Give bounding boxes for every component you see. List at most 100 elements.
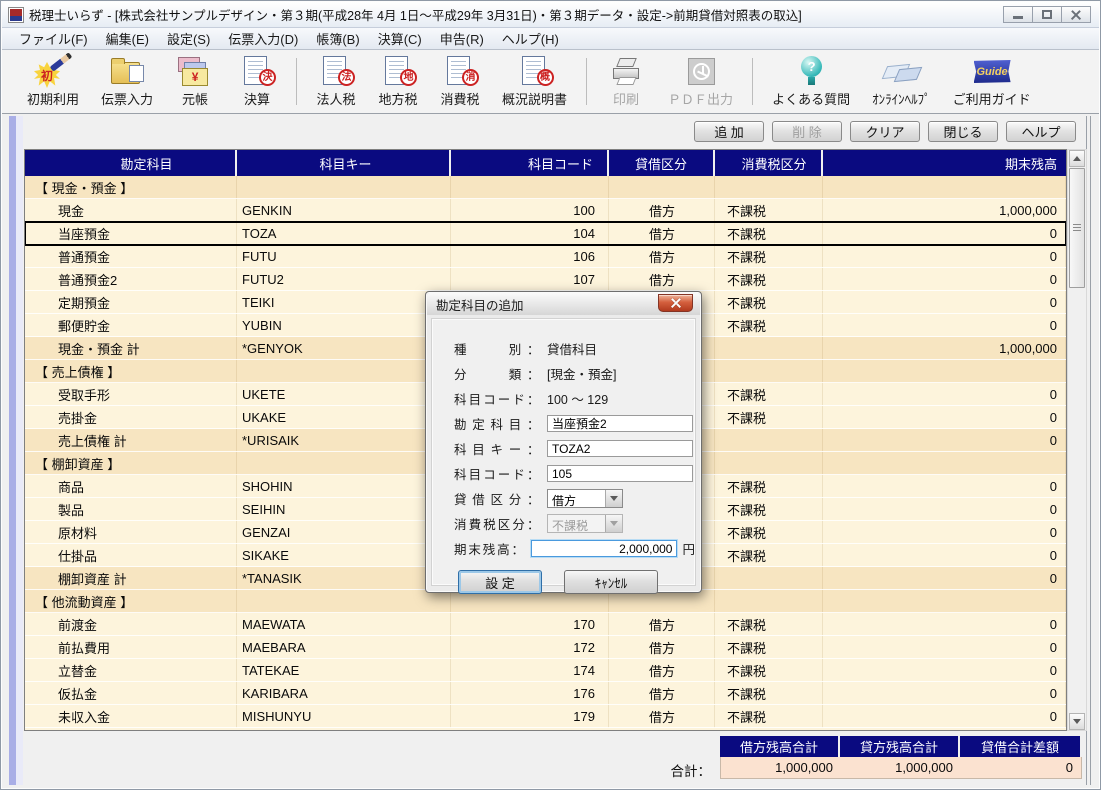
account-code-field[interactable] [547, 465, 693, 482]
field-value: 100 ～ 129 [547, 389, 608, 408]
doc-stamp-icon: 決 [237, 55, 277, 86]
table-cell: 0 [823, 383, 1066, 406]
table-cell [715, 429, 823, 452]
table-cell: 0 [823, 245, 1066, 268]
restore-button[interactable] [1032, 6, 1062, 23]
table-cell: 0 [823, 521, 1066, 544]
column-header: 科目キー [237, 150, 451, 176]
account-name-field[interactable] [547, 415, 693, 432]
table-cell [237, 590, 451, 613]
menu-item[interactable]: 編集(E) [97, 27, 158, 50]
closing-balance-field[interactable] [531, 540, 677, 557]
table-cell: 不課税 [715, 475, 823, 498]
table-row[interactable]: 普通預金FUTU106借方不課税0 [25, 245, 1066, 268]
dialog-static-field: 科目コード：100 ～ 129 [454, 386, 695, 411]
help-button[interactable]: ヘルプ [1006, 121, 1076, 142]
vertical-scrollbar[interactable] [1067, 149, 1087, 731]
table-cell: 100 [451, 199, 609, 222]
table-row[interactable]: 立替金TATEKAE174借方不課税0 [25, 659, 1066, 682]
menu-item[interactable]: 伝票入力(D) [219, 27, 307, 50]
table-row[interactable]: 前払費用MAEBARA172借方不課税0 [25, 636, 1066, 659]
table-cell: 棚卸資産 計 [25, 567, 237, 590]
toolbar-button-consumption-tax[interactable]: 消消費税 [429, 52, 491, 113]
stamp-shape: 地 [400, 69, 417, 86]
table-cell: 借方 [609, 245, 715, 268]
table-cell: 0 [823, 429, 1066, 452]
table-cell: 普通預金2 [25, 268, 237, 291]
pdf-icon [681, 55, 721, 86]
toolbar-button-local-tax[interactable]: 地地方税 [367, 52, 429, 113]
table-row[interactable]: 未収入金MISHUNYU179借方不課税0 [25, 705, 1066, 728]
toolbar-button-pdf-output[interactable]: ＰＤＦ出力 [657, 52, 744, 113]
minimize-button[interactable] [1003, 6, 1033, 23]
menu-item[interactable]: 帳簿(B) [307, 27, 368, 50]
column-header: 期末残高 [823, 150, 1066, 176]
field-label: 科目キー： [454, 439, 540, 458]
dialog-static-field: 種 別：貸借科目 [454, 336, 695, 361]
toolbar-button-faq[interactable]: ?よくある質問 [761, 52, 861, 113]
set-button[interactable]: 設 定 [458, 570, 542, 594]
toolbar-button-label: 地方税 [379, 89, 418, 108]
toolbar-separator [752, 58, 753, 105]
table-cell: 不課税 [715, 521, 823, 544]
table-row[interactable]: 前渡金MAEWATA170借方不課税0 [25, 613, 1066, 636]
debit-credit-select[interactable]: 借方 [547, 489, 623, 508]
delete-button[interactable]: 削 除 [772, 121, 842, 142]
menu-bar: ファイル(F)編集(E)設定(S)伝票入力(D)帳簿(B)決算(C)申告(R)ヘ… [2, 28, 1099, 50]
table-row[interactable]: 【 現金・預金 】 [25, 176, 1066, 199]
table-row[interactable]: 仮払金KARIBARA176借方不課税0 [25, 682, 1066, 705]
menu-item[interactable]: ヘルプ(H) [493, 27, 568, 50]
table-cell: *URISAIK [237, 429, 451, 452]
toolbar-button-corporate-tax[interactable]: 法法人税 [305, 52, 367, 113]
mdi-frame-stripe-light [16, 116, 23, 785]
column-header: 勘定科目 [25, 150, 237, 176]
add-button[interactable]: 追 加 [694, 121, 764, 142]
table-row[interactable]: 当座預金TOZA104借方不課税0 [25, 222, 1066, 245]
clear-button[interactable]: クリア [850, 121, 920, 142]
toolbar-button-usage-guide[interactable]: Guideご利用ガイド [942, 52, 1042, 113]
stamp-shape: 決 [259, 69, 276, 86]
cancel-button[interactable]: ｷｬﾝｾﾙ [564, 570, 658, 594]
table-cell: 106 [451, 245, 609, 268]
menu-item[interactable]: 設定(S) [158, 27, 219, 50]
close-icon [1070, 9, 1082, 21]
menu-item[interactable]: 申告(R) [431, 27, 493, 50]
menu-item[interactable]: ファイル(F) [10, 27, 97, 50]
table-row[interactable]: 現金GENKIN100借方不課税1,000,000 [25, 199, 1066, 222]
toolbar-button-online-help[interactable]: ｵﾝﾗｲﾝﾍﾙﾌﾟ [861, 52, 942, 113]
scrollbar-thumb[interactable] [1069, 168, 1085, 288]
table-cell: SHOHIN [237, 475, 451, 498]
menu-item[interactable]: 決算(C) [369, 27, 431, 50]
table-cell [237, 452, 451, 475]
table-cell: 仕掛品 [25, 544, 237, 567]
table-cell: 不課税 [715, 659, 823, 682]
stamp-shape: 概 [537, 69, 554, 86]
dialog-close-button[interactable] [658, 294, 693, 312]
table-cell: 不課税 [715, 613, 823, 636]
chevron-down-icon[interactable] [605, 490, 622, 507]
field-label: 消費税区分： [454, 514, 540, 533]
toolbar-button-settlement[interactable]: 決決算 [226, 52, 288, 113]
table-cell: 107 [451, 268, 609, 291]
toolbar-button-print[interactable]: 印刷 [595, 52, 657, 113]
scroll-down-button[interactable] [1069, 713, 1085, 730]
table-cell: TOZA [237, 222, 451, 245]
table-cell: 179 [451, 705, 609, 728]
toolbar-button-voucher-entry[interactable]: 伝票入力 [90, 52, 164, 113]
table-cell [715, 567, 823, 590]
field-label: 分 類： [454, 364, 540, 383]
table-cell: 未収入金 [25, 705, 237, 728]
account-key-field[interactable] [547, 440, 693, 457]
toolbar-button-initial-use[interactable]: 初初期利用 [16, 52, 90, 113]
table-cell: 0 [823, 636, 1066, 659]
table-cell: 不課税 [715, 314, 823, 337]
close-button[interactable]: 閉じる [928, 121, 998, 142]
field-label: 種 別： [454, 339, 540, 358]
toolbar-button-ledger[interactable]: ¥元帳 [164, 52, 226, 113]
toolbar-button-overview-statement[interactable]: 概概況説明書 [491, 52, 578, 113]
close-button[interactable] [1061, 6, 1091, 23]
table-cell: 受取手形 [25, 383, 237, 406]
scroll-up-button[interactable] [1069, 150, 1085, 167]
field-label: 科目コード： [454, 464, 540, 483]
table-row[interactable]: 普通預金2FUTU2107借方不課税0 [25, 268, 1066, 291]
